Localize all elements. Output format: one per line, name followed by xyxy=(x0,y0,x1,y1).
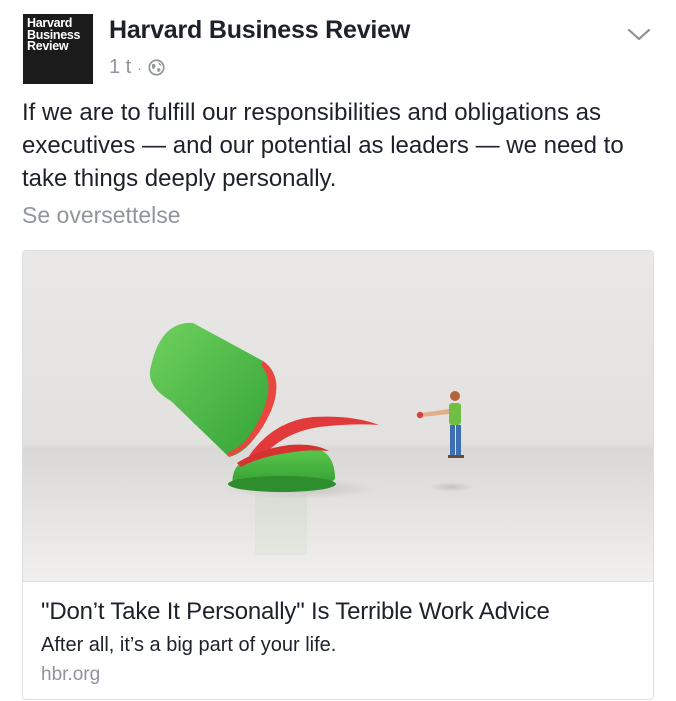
link-preview-card[interactable]: "Don’t Take It Personally" Is Terrible W… xyxy=(22,250,654,700)
facebook-post: Harvard Business Review Harvard Business… xyxy=(0,0,676,701)
meta-separator: · xyxy=(137,59,142,76)
page-avatar[interactable]: Harvard Business Review xyxy=(23,14,93,84)
page-name[interactable]: Harvard Business Review xyxy=(109,16,410,45)
link-title[interactable]: "Don’t Take It Personally" Is Terrible W… xyxy=(41,598,550,626)
post-meta: 1 t · xyxy=(109,56,165,79)
post-header: Harvard Business Review Harvard Business… xyxy=(23,14,656,84)
post-message: If we are to fulfill our responsibilitie… xyxy=(22,99,624,192)
translate-link[interactable]: Se oversettelse xyxy=(22,202,181,229)
link-description: After all, it’s a big part of your life. xyxy=(41,634,337,656)
globe-icon xyxy=(148,59,165,76)
post-timestamp[interactable]: 1 t xyxy=(109,56,131,79)
chevron-down-icon[interactable] xyxy=(626,26,652,44)
link-domain: hbr.org xyxy=(41,664,101,685)
link-preview-image[interactable] xyxy=(23,251,654,581)
link-caption[interactable]: "Don’t Take It Personally" Is Terrible W… xyxy=(23,581,653,699)
logo-line-3: Review xyxy=(27,39,69,53)
